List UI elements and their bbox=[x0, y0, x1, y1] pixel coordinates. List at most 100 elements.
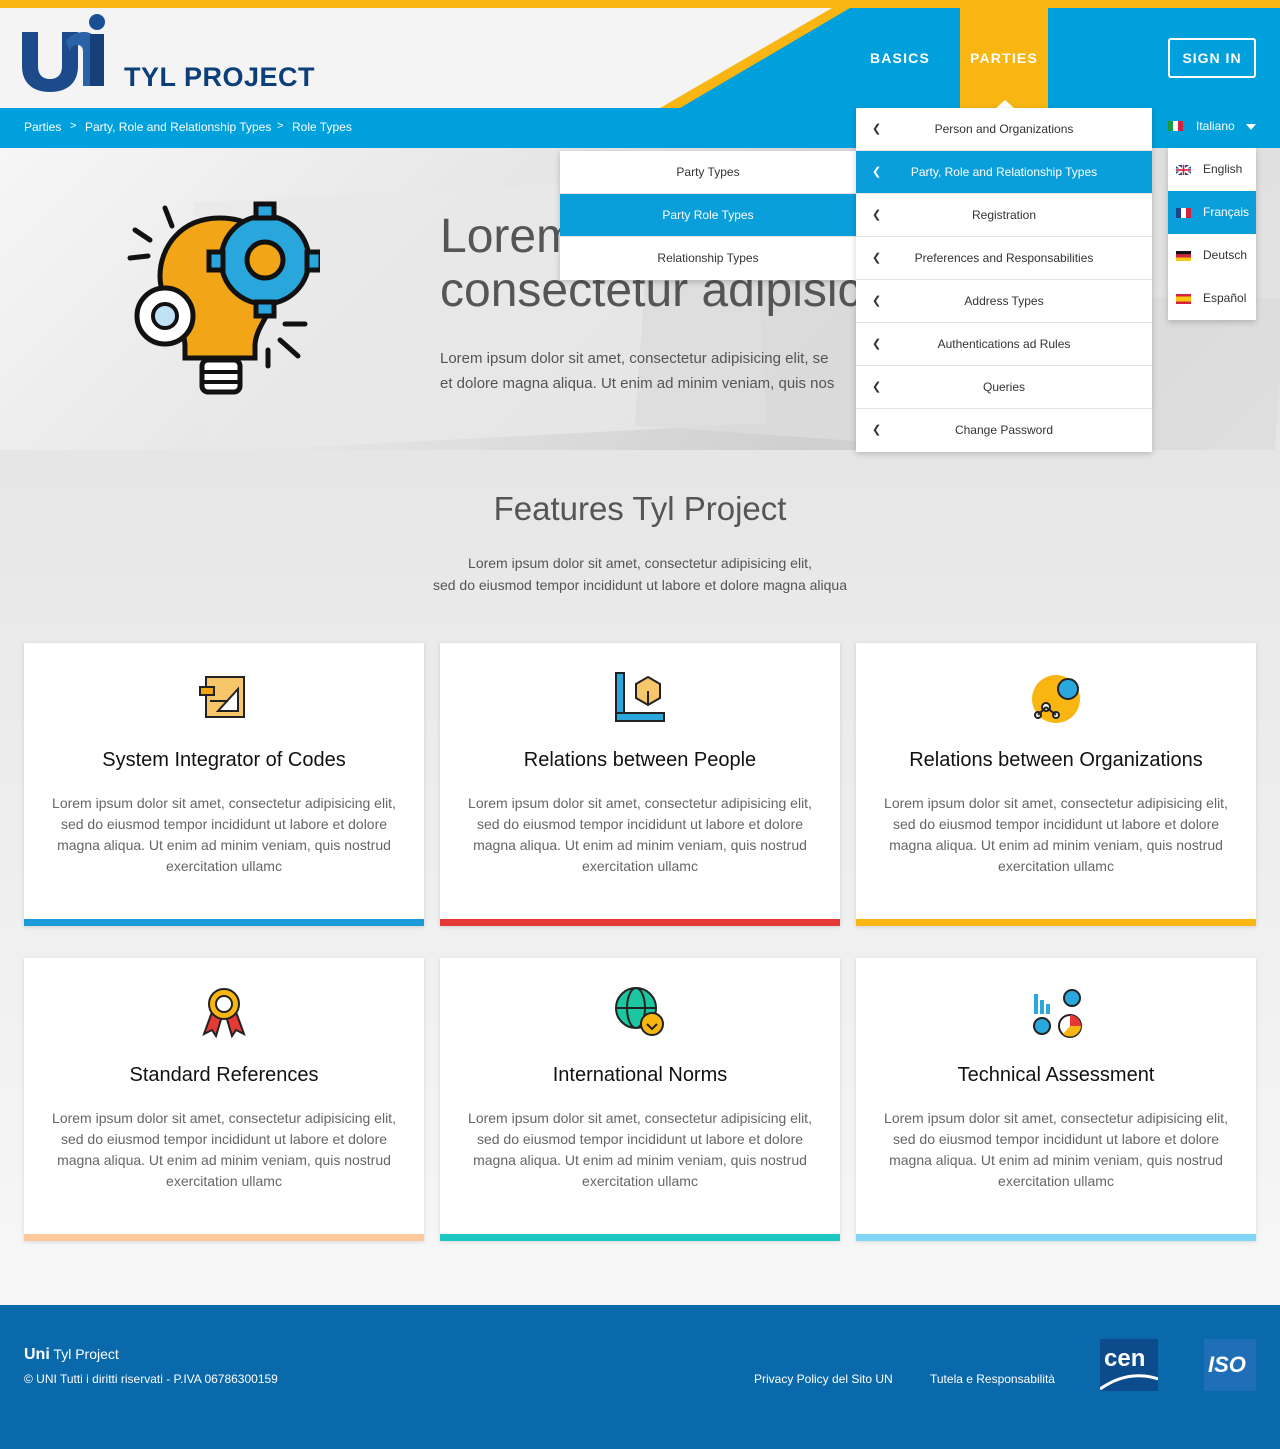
menu-caret bbox=[996, 100, 1014, 108]
language-option-spanish[interactable]: Español bbox=[1168, 277, 1256, 320]
blueprint-icon bbox=[199, 676, 245, 718]
footer-brand-rest: Tyl Project bbox=[49, 1346, 119, 1362]
features-subtitle-line2: sed do eiusmod tempor incididunt ut labo… bbox=[432, 577, 848, 593]
nav-parties[interactable]: PARTIES bbox=[960, 8, 1048, 108]
language-option-french[interactable]: Français bbox=[1168, 191, 1256, 234]
feature-card-accent bbox=[440, 919, 840, 926]
germany-flag-icon bbox=[1176, 251, 1191, 261]
features-subtitle: Lorem ipsum dolor sit amet, consectetur … bbox=[0, 552, 1280, 596]
iso-logo[interactable]: ISO bbox=[1204, 1339, 1256, 1391]
parties-menu: ❮ Person and Organizations ❮ Party, Role a… bbox=[856, 108, 1152, 452]
feature-card[interactable]: Relations between People Lorem ipsum dol… bbox=[440, 643, 840, 926]
spain-flag-icon bbox=[1176, 294, 1191, 304]
footer-privacy-link[interactable]: Privacy Policy del Sito UN bbox=[754, 1372, 893, 1386]
language-option-label: Deutsch bbox=[1203, 248, 1248, 262]
menu-item-authentications[interactable]: ❮ Authentications ad Rules bbox=[856, 323, 1152, 366]
feature-card-accent bbox=[856, 1234, 1256, 1241]
feature-card-text: Lorem ipsum dolor sit amet, consectetur … bbox=[468, 795, 812, 874]
language-option-german[interactable]: Deutsch bbox=[1168, 234, 1256, 277]
feature-card-text: Lorem ipsum dolor sit amet, consectetur … bbox=[52, 795, 396, 874]
uni-logo[interactable] bbox=[20, 12, 110, 92]
chevron-left-icon: ❮ bbox=[872, 381, 882, 393]
globe-download-icon bbox=[615, 987, 664, 1036]
chevron-left-icon: ❮ bbox=[872, 166, 882, 178]
feature-card[interactable]: Standard References Lorem ipsum dolor si… bbox=[24, 958, 424, 1241]
breadcrumb-separator: > bbox=[277, 120, 284, 132]
hero-text-line1: Lorem ipsum dolor sit amet, consectetur … bbox=[440, 350, 829, 367]
analytics-gears-icon bbox=[1033, 989, 1082, 1038]
breadcrumb-role-types[interactable]: Role Types bbox=[292, 120, 352, 134]
feature-card-title: Relations between People bbox=[523, 749, 757, 771]
feature-card-text: Lorem ipsum dolor sit amet, consectetur … bbox=[468, 1110, 812, 1189]
menu-item-label: Preferences and Responsabilities bbox=[914, 251, 1094, 265]
chevron-left-icon: ❮ bbox=[872, 209, 882, 221]
cen-logo-text: cen bbox=[1104, 1345, 1146, 1372]
feature-card[interactable]: Relations between Organizations Lorem ip… bbox=[856, 643, 1256, 926]
measure-box-icon bbox=[615, 672, 665, 722]
language-option-english[interactable]: English bbox=[1168, 148, 1256, 191]
menu-item-label: Change Password bbox=[954, 423, 1054, 437]
iso-logo-text: ISO bbox=[1208, 1352, 1246, 1377]
feature-card-accent bbox=[440, 1234, 840, 1241]
menu-item-address-types[interactable]: ❮ Address Types bbox=[856, 280, 1152, 323]
footer-tutela-link[interactable]: Tutela e Responsabilità bbox=[930, 1372, 1055, 1386]
menu-item-label: Party, Role and Relationship Types bbox=[910, 165, 1098, 179]
features-subtitle-line1: Lorem ipsum dolor sit amet, consectetur … bbox=[468, 555, 812, 571]
menu-item-party-role-relationship-types[interactable]: ❮ Party, Role and Relationship Types bbox=[856, 151, 1152, 194]
chevron-left-icon: ❮ bbox=[872, 424, 882, 436]
brand-title[interactable]: TYL PROJECT bbox=[124, 62, 315, 93]
feature-card-accent bbox=[24, 919, 424, 926]
feature-card[interactable]: International Norms Lorem ipsum dolor si… bbox=[440, 958, 840, 1241]
feature-card-title: Technical Assessment bbox=[957, 1064, 1155, 1086]
footer-copyright: © UNI Tutti i diritti riservati - P.IVA … bbox=[24, 1372, 278, 1386]
feature-card-text: Lorem ipsum dolor sit amet, consectetur … bbox=[52, 1110, 396, 1189]
award-ribbon-icon bbox=[202, 988, 246, 1038]
cen-logo[interactable]: cen bbox=[1100, 1339, 1158, 1391]
language-option-label: Español bbox=[1203, 291, 1247, 305]
chevron-left-icon: ❮ bbox=[872, 123, 882, 135]
feature-card[interactable]: Technical Assessment Lorem ipsum dolor s… bbox=[856, 958, 1256, 1241]
feature-card-text: Lorem ipsum dolor sit amet, consectetur … bbox=[884, 1110, 1228, 1189]
submenu-item-party-types[interactable]: Party Types bbox=[560, 151, 856, 194]
language-dropdown: English Français Deutsch Español bbox=[1168, 148, 1256, 320]
language-selector[interactable]: Italiano bbox=[1168, 112, 1268, 142]
menu-item-change-password[interactable]: ❮ Change Password bbox=[856, 409, 1152, 452]
cen-swoosh-icon bbox=[1100, 1374, 1158, 1391]
menu-item-label: Registration bbox=[971, 208, 1037, 222]
menu-item-label: Queries bbox=[982, 380, 1026, 394]
france-flag-icon bbox=[1176, 208, 1191, 218]
footer-brand: Uni Tyl Project bbox=[24, 1346, 119, 1364]
language-current: Italiano bbox=[1196, 119, 1235, 133]
footer-brand-bold: Uni bbox=[24, 1346, 50, 1363]
submenu-item-party-role-types[interactable]: Party Role Types bbox=[560, 194, 856, 237]
menu-item-label: Authentications ad Rules bbox=[937, 337, 1071, 351]
menu-item-queries[interactable]: ❮ Queries bbox=[856, 366, 1152, 409]
feature-card-accent bbox=[24, 1234, 424, 1241]
hero-text: Lorem ipsum dolor sit amet, consectetur … bbox=[440, 346, 870, 396]
feature-card[interactable]: System Integrator of Codes Lorem ipsum d… bbox=[24, 643, 424, 926]
breadcrumb-party-role-types[interactable]: Party, Role and Relationship Types bbox=[85, 120, 271, 134]
menu-item-registration[interactable]: ❮ Registration bbox=[856, 194, 1152, 237]
menu-item-person-organizations[interactable]: ❮ Person and Organizations bbox=[856, 108, 1152, 151]
nav-basics[interactable]: BASICS bbox=[860, 8, 940, 108]
feature-card-title: Standard References bbox=[129, 1064, 319, 1086]
language-option-label: English bbox=[1203, 162, 1243, 176]
feature-card-title: System Integrator of Codes bbox=[102, 749, 346, 771]
chevron-down-icon bbox=[1246, 124, 1256, 130]
header-blue-band bbox=[660, 8, 1280, 108]
feature-card-title: Relations between Organizations bbox=[909, 749, 1203, 771]
sign-in-button[interactable]: SIGN IN bbox=[1168, 38, 1256, 78]
chevron-left-icon: ❮ bbox=[872, 338, 882, 350]
chevron-left-icon: ❮ bbox=[872, 252, 882, 264]
feature-card-text: Lorem ipsum dolor sit amet, consectetur … bbox=[884, 795, 1228, 874]
site-header bbox=[0, 8, 1280, 108]
language-option-label: Français bbox=[1203, 205, 1250, 219]
breadcrumb-parties[interactable]: Parties bbox=[24, 120, 61, 134]
top-accent-bar bbox=[0, 0, 1280, 8]
feature-card-accent bbox=[856, 919, 1256, 926]
submenu-item-relationship-types[interactable]: Relationship Types bbox=[560, 237, 856, 280]
italy-flag-icon bbox=[1168, 121, 1183, 131]
menu-item-label: Person and Organizations bbox=[934, 122, 1074, 136]
network-idea-icon bbox=[1032, 675, 1080, 723]
menu-item-preferences[interactable]: ❮ Preferences and Responsabilities bbox=[856, 237, 1152, 280]
